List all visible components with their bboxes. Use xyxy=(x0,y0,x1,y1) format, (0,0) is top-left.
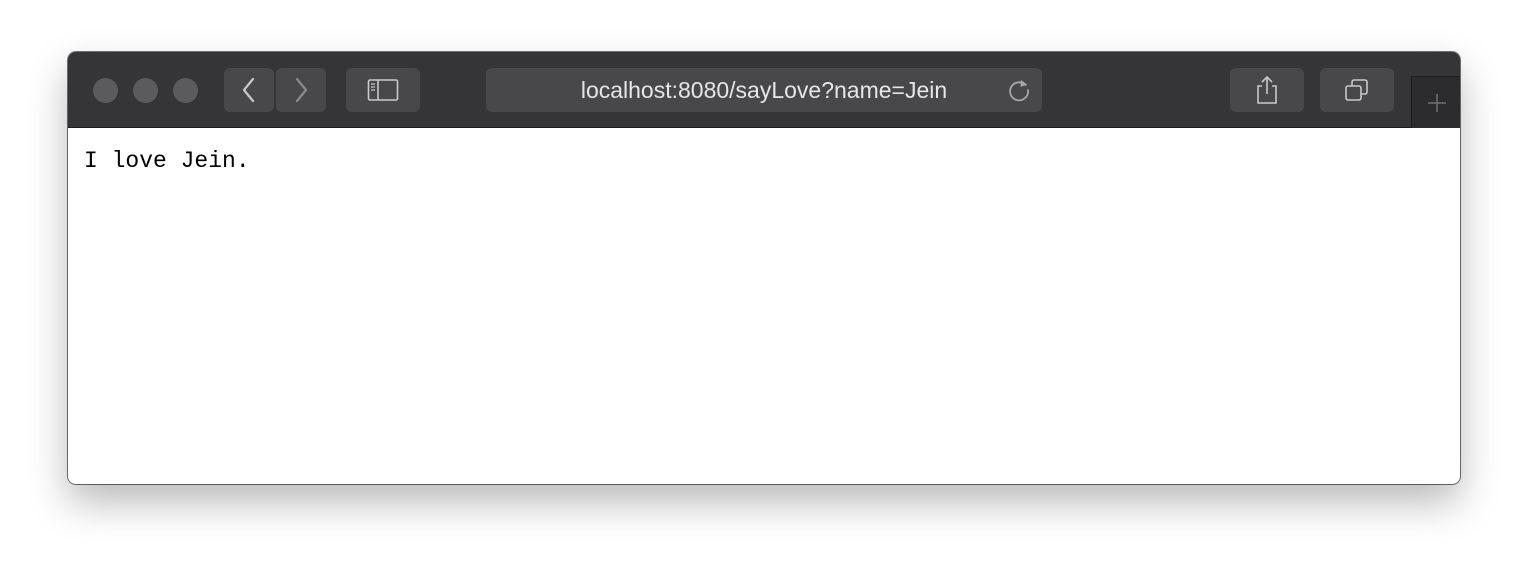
share-button[interactable] xyxy=(1230,68,1304,112)
browser-window: localhost:8080/sayLove?name=Jein I love … xyxy=(68,52,1460,484)
browser-toolbar: localhost:8080/sayLove?name=Jein xyxy=(68,52,1460,128)
tab-overview-icon xyxy=(1345,79,1368,101)
page-content: I love Jein. xyxy=(68,128,1460,484)
page-body-text: I love Jein. xyxy=(84,148,250,174)
new-tab-button[interactable] xyxy=(1411,76,1460,128)
reload-icon[interactable] xyxy=(1006,77,1032,103)
sidebar-button[interactable] xyxy=(346,68,420,112)
sidebar-icon xyxy=(367,79,399,101)
chevron-left-icon xyxy=(242,77,255,103)
tab-overview-button[interactable] xyxy=(1320,68,1394,112)
share-icon xyxy=(1257,75,1277,104)
chevron-right-icon xyxy=(295,77,308,103)
back-button[interactable] xyxy=(224,68,274,112)
close-window-button[interactable] xyxy=(93,78,118,103)
minimize-window-button[interactable] xyxy=(133,78,158,103)
forward-button[interactable] xyxy=(276,68,326,112)
plus-icon xyxy=(1427,93,1446,112)
url-text[interactable]: localhost:8080/sayLove?name=Jein xyxy=(486,68,1042,112)
address-bar[interactable]: localhost:8080/sayLove?name=Jein xyxy=(486,68,1042,112)
zoom-window-button[interactable] xyxy=(173,78,198,103)
